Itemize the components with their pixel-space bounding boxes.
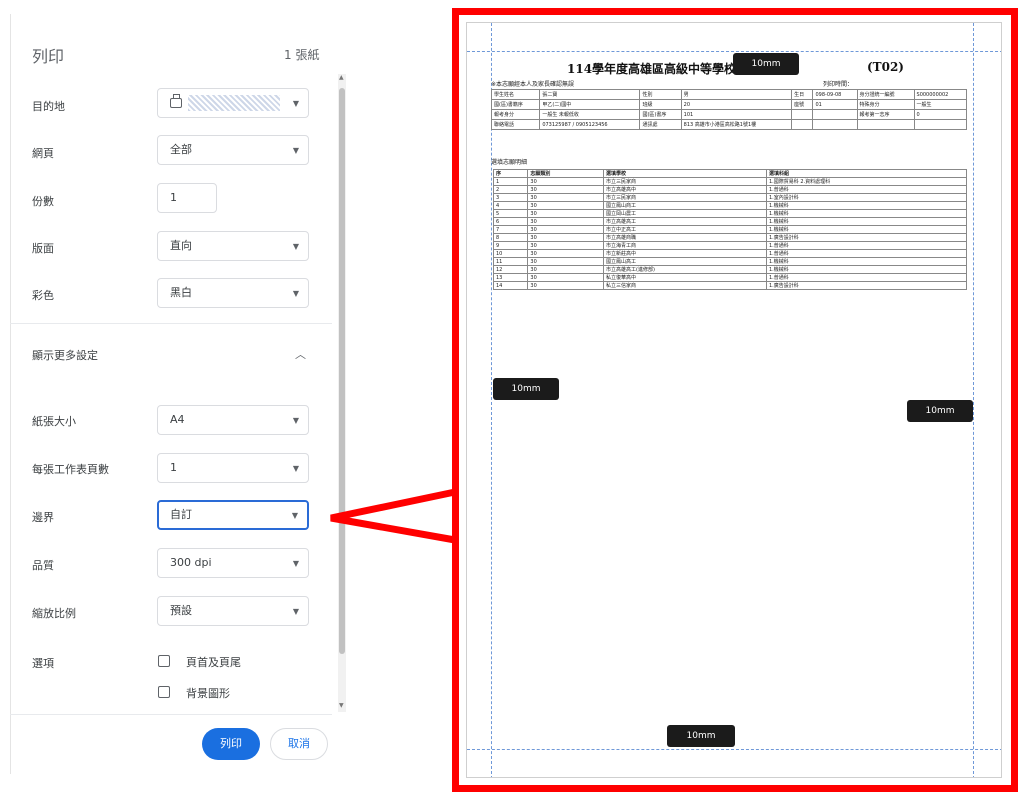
more-settings-toggle[interactable]: 顯示更多設定: [32, 347, 98, 363]
chevron-down-icon: ▼: [292, 242, 299, 251]
pages-select[interactable]: 全部 ▼: [157, 135, 309, 165]
scale-select[interactable]: 預設 ▼: [157, 596, 309, 626]
chevron-down-icon: ▼: [292, 559, 299, 568]
destination-label: 目的地: [32, 100, 65, 113]
chevron-down-icon: ▼: [292, 289, 299, 298]
destination-select[interactable]: ▼: [157, 88, 309, 118]
copies-input[interactable]: 1: [157, 183, 217, 213]
pages-per-sheet-value: 1: [170, 461, 177, 474]
scale-label: 縮放比例: [32, 607, 76, 620]
copies-label: 份數: [32, 195, 54, 208]
color-label: 彩色: [32, 289, 54, 302]
chevron-down-icon: ▼: [292, 464, 299, 473]
chevron-down-icon: ▼: [292, 99, 299, 108]
options-label: 選項: [32, 657, 54, 670]
chevron-up-icon[interactable]: ︿: [295, 346, 306, 362]
background-graphics-checkbox[interactable]: [158, 686, 170, 698]
quality-label: 品質: [32, 559, 54, 572]
scroll-up-icon[interactable]: ▲: [339, 74, 344, 81]
highlight-frame: [452, 8, 1018, 792]
panel-title: 列印: [32, 47, 65, 66]
layout-select[interactable]: 直向 ▼: [157, 231, 309, 261]
paper-size-select[interactable]: A4 ▼: [157, 405, 309, 435]
divider: [10, 714, 332, 715]
margins-label: 邊界: [32, 511, 54, 524]
headers-footers-label: 頁首及頁尾: [186, 656, 241, 669]
margins-select[interactable]: 自訂 ▼: [157, 500, 309, 530]
color-value: 黑白: [170, 286, 192, 299]
paper-size-value: A4: [170, 413, 185, 426]
cancel-button[interactable]: 取消: [270, 728, 328, 760]
chevron-down-icon: ▼: [291, 511, 298, 520]
paper-size-label: 紙張大小: [32, 415, 76, 428]
layout-label: 版面: [32, 242, 54, 255]
background-graphics-label: 背景圖形: [186, 687, 230, 700]
scrollbar-thumb[interactable]: [339, 88, 345, 654]
pages-per-sheet-select[interactable]: 1 ▼: [157, 453, 309, 483]
margins-value: 自訂: [170, 508, 192, 521]
print-button[interactable]: 列印: [202, 728, 260, 760]
chevron-down-icon: ▼: [292, 607, 299, 616]
headers-footers-checkbox[interactable]: [158, 655, 170, 667]
destination-redacted: [188, 95, 280, 111]
pages-label: 網頁: [32, 147, 54, 160]
pages-per-sheet-label: 每張工作表頁數: [32, 463, 109, 476]
chevron-down-icon: ▼: [292, 416, 299, 425]
scroll-down-icon[interactable]: ▼: [339, 702, 344, 709]
quality-value: 300 dpi: [170, 556, 212, 569]
layout-value: 直向: [170, 239, 192, 252]
quality-select[interactable]: 300 dpi ▼: [157, 548, 309, 578]
scale-value: 預設: [170, 604, 192, 617]
pages-value: 全部: [170, 143, 192, 156]
print-settings-panel: 列印 1 張紙 目的地 ▼ 網頁 全部 ▼ 份數 1 版面 直向 ▼ 彩色 黑白…: [0, 0, 352, 796]
divider: [10, 323, 332, 324]
sheet-count: 1 張紙: [284, 48, 320, 62]
chevron-down-icon: ▼: [292, 146, 299, 155]
color-select[interactable]: 黑白 ▼: [157, 278, 309, 308]
printer-icon: [170, 94, 182, 108]
panel-border: [10, 14, 11, 774]
